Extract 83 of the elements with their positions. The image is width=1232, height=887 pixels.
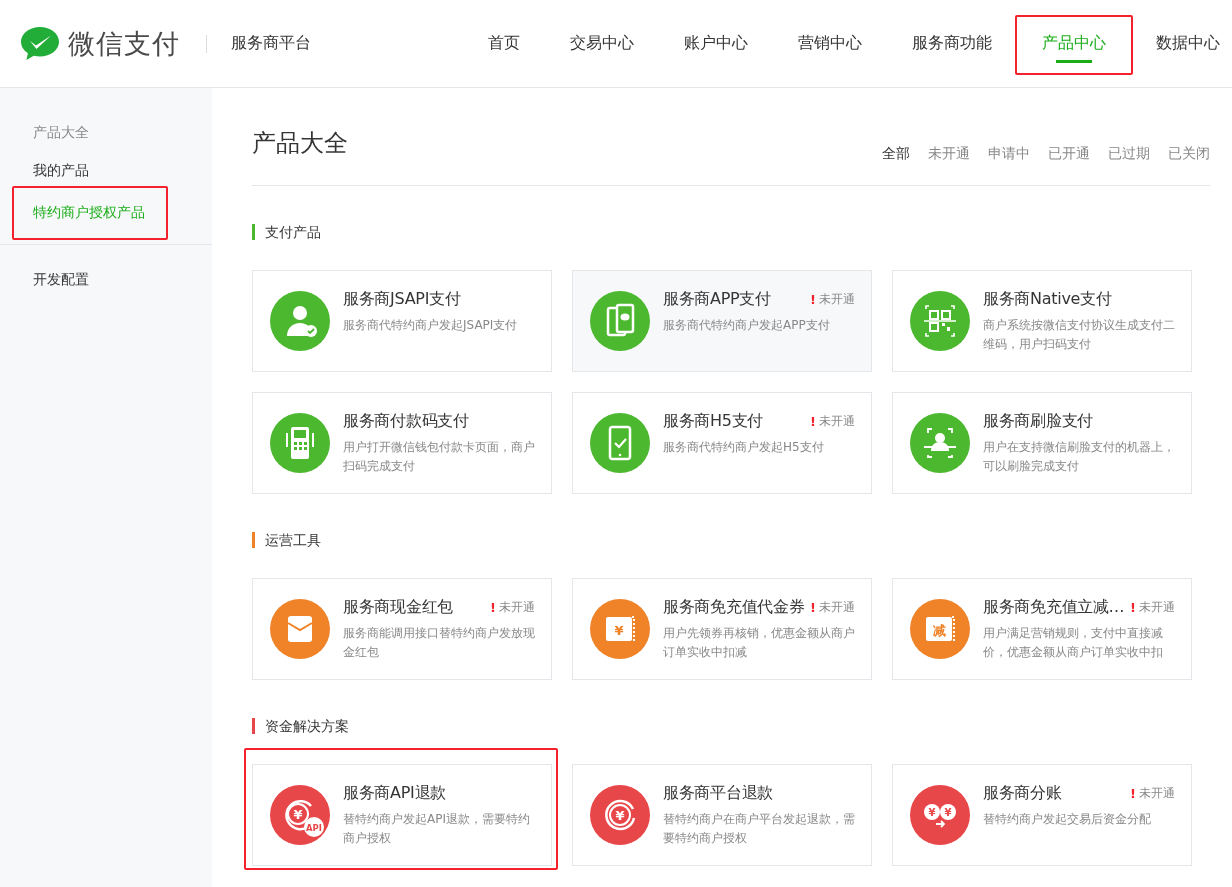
status-text: 未开通: [819, 413, 855, 430]
person-icon: [270, 291, 330, 351]
nav-tab[interactable]: 账户中心: [659, 0, 773, 87]
sidebar-heading: 产品大全: [32, 123, 90, 142]
product-card[interactable]: 服务商付款码支付 用户打开微信钱包付款卡页面，商户扫码完成支付: [252, 392, 552, 494]
product-description: 服务商代特约商户发起JSAPI支付: [343, 317, 519, 334]
status-text: 未开通: [819, 599, 855, 616]
product-description: 服务商能调用接口替特约商户发放现金红包: [343, 625, 535, 661]
product-description: 替特约商户发起交易后资金分配: [983, 811, 1152, 828]
nav-tab[interactable]: 服务商功能: [887, 0, 1017, 87]
product-name: 服务商H5支付: [663, 411, 764, 432]
product-card[interactable]: ¥ 服务商免充值代金券 ! 未开通 用户先领券再核销，优惠金额从商户订单实收中扣减: [572, 578, 872, 680]
nav-tab[interactable]: 交易中心: [545, 0, 659, 87]
warning-mark: !: [810, 600, 816, 615]
pos-icon: [270, 413, 330, 473]
refund-icon: ¥: [590, 785, 650, 845]
sidebar-item[interactable]: 开发配置: [0, 259, 212, 301]
product-card[interactable]: ¥ ¥ 服务商分账 ! 未开通 替特约商户发起交易后资金分配: [892, 764, 1192, 866]
filter-tab[interactable]: 未开通: [910, 145, 970, 163]
status-text: 未开通: [1139, 599, 1175, 616]
product-card[interactable]: ¥ 服务商平台退款 替特约商户在商户平台发起退款，需要特约商户授权: [572, 764, 872, 866]
page-title: 产品大全: [252, 128, 348, 159]
product-card[interactable]: 服务商JSAPI支付 服务商代特约商户发起JSAPI支付: [252, 270, 552, 372]
product-description: 用户满足营销规则，支付中直接减价，优惠金额从商户订单实收中扣: [983, 625, 1164, 661]
product-description: 用户在支持微信刷脸支付的机器上，可以刷脸完成支付: [983, 439, 1175, 475]
section-title: 运营工具: [252, 532, 1210, 548]
product-name: 服务商现金红包: [343, 597, 453, 618]
product-name: 服务商分账: [983, 783, 1062, 804]
nav-tab[interactable]: 数据中心: [1131, 0, 1232, 87]
nav-tab[interactable]: 首页: [488, 0, 545, 87]
product-name: 服务商API退款: [343, 783, 446, 804]
warning-mark: !: [810, 414, 816, 429]
product-name: 服务商付款码支付: [343, 411, 469, 432]
refund-api-icon: ¥ API: [270, 785, 330, 845]
chat-bubble-check-icon: [20, 25, 60, 62]
product-card[interactable]: 服务商APP支付 ! 未开通 服务商代特约商户发起APP支付: [572, 270, 872, 372]
phones-icon: [590, 291, 650, 351]
ticket-icon: 减: [910, 599, 970, 659]
status-text: 未开通: [819, 291, 855, 308]
warning-mark: !: [1130, 786, 1136, 801]
phone-icon: [590, 413, 650, 473]
nav-tab[interactable]: 营销中心: [773, 0, 887, 87]
product-description: 服务商代特约商户发起H5支付: [663, 439, 825, 456]
warning-mark: !: [810, 292, 816, 307]
product-description: 商户系统按微信支付协议生成支付二维码，用户扫码支付: [983, 317, 1175, 353]
product-card[interactable]: 服务商刷脸支付 用户在支持微信刷脸支付的机器上，可以刷脸完成支付: [892, 392, 1192, 494]
filter-tab[interactable]: 已开通: [1030, 145, 1090, 163]
filter-tab[interactable]: 已过期: [1090, 145, 1150, 163]
product-card[interactable]: 服务商H5支付 ! 未开通 服务商代特约商户发起H5支付: [572, 392, 872, 494]
product-description: 替特约商户发起API退款，需要特约商户授权: [343, 811, 531, 847]
product-name: 服务商Native支付: [983, 289, 1112, 310]
product-name: 服务商免充值立减…: [983, 597, 1125, 618]
product-description: 用户先领券再核销，优惠金额从商户订单实收中扣减: [663, 625, 855, 661]
product-card[interactable]: ¥ API 服务商API退款 替特约商户发起API退款，需要特约商户授权: [252, 764, 552, 866]
filter-tab[interactable]: 全部: [864, 145, 910, 163]
product-card[interactable]: 服务商现金红包 ! 未开通 服务商能调用接口替特约商户发放现金红包: [252, 578, 552, 680]
product-card[interactable]: 服务商Native支付 商户系统按微信支付协议生成支付二维码，用户扫码支付: [892, 270, 1192, 372]
envelope-icon: [270, 599, 330, 659]
warning-mark: !: [1130, 600, 1136, 615]
product-name: 服务商APP支付: [663, 289, 771, 310]
ticket-icon: ¥: [590, 599, 650, 659]
sidebar-item[interactable]: 我的产品: [0, 150, 212, 192]
face-icon: [910, 413, 970, 473]
filter-tab[interactable]: 申请中: [970, 145, 1030, 163]
active-underline: [1056, 60, 1092, 63]
status-text: 未开通: [1139, 785, 1175, 802]
brand-name: 微信支付: [68, 26, 180, 61]
product-card[interactable]: 减 服务商免充值立减… ! 未开通 用户满足营销规则，支付中直接减价，优惠金额从商户订单实收中扣: [892, 578, 1192, 680]
qr-icon: [910, 291, 970, 351]
product-description: 服务商代特约商户发起APP支付: [663, 317, 831, 334]
platform-name: 服务商平台: [231, 33, 311, 54]
status-text: 未开通: [499, 599, 535, 616]
product-description: 替特约商户在商户平台发起退款，需要特约商户授权: [663, 811, 855, 847]
filter-tab[interactable]: 已关闭: [1150, 145, 1210, 163]
product-name: 服务商免充值代金券: [663, 597, 805, 618]
section-title: 支付产品: [252, 224, 1210, 240]
section-title: 资金解决方案: [252, 718, 1210, 734]
product-name: 服务商平台退款: [663, 783, 773, 804]
split-icon: ¥ ¥: [910, 785, 970, 845]
product-name: 服务商刷脸支付: [983, 411, 1093, 432]
warning-mark: !: [490, 600, 496, 615]
product-name: 服务商JSAPI支付: [343, 289, 461, 310]
product-description: 用户打开微信钱包付款卡页面，商户扫码完成支付: [343, 439, 535, 475]
